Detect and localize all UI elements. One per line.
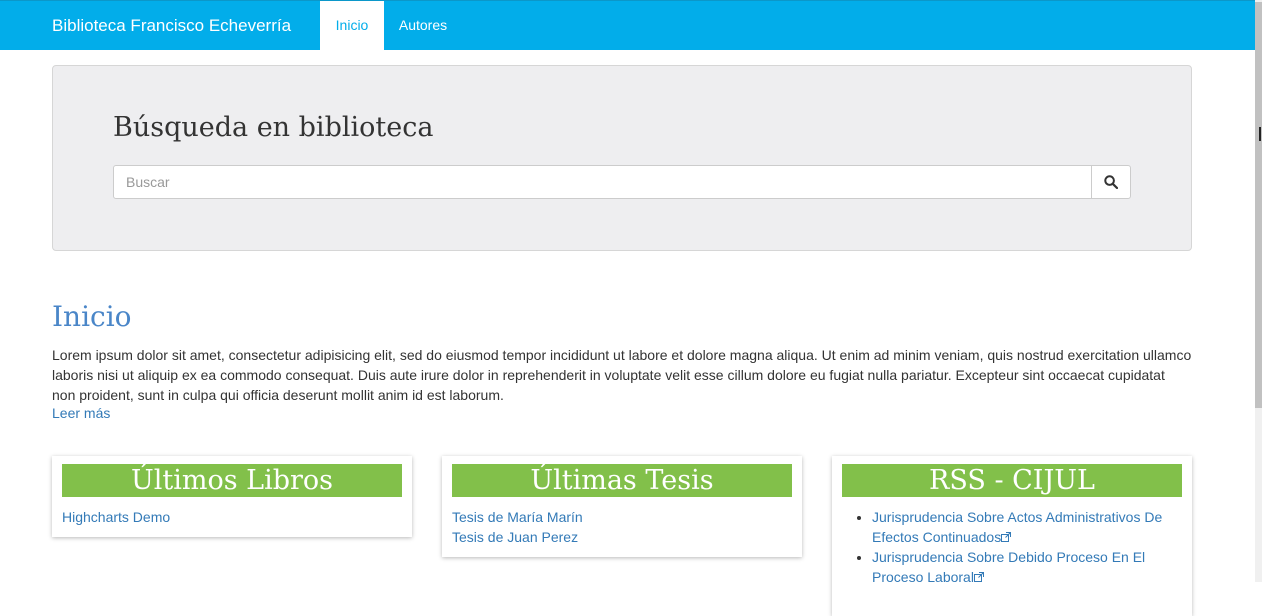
latest-theses-panel: Últimas Tesis Tesis de María Marín Tesis… bbox=[442, 456, 802, 557]
thesis-link-juan[interactable]: Tesis de Juan Perez bbox=[452, 527, 583, 547]
scrollbar-thumb[interactable] bbox=[1255, 2, 1262, 408]
search-icon bbox=[1104, 175, 1118, 189]
intro-paragraph: Lorem ipsum dolor sit amet, consectetur … bbox=[52, 347, 1192, 403]
read-more-link[interactable]: Leer más bbox=[52, 405, 110, 421]
search-input[interactable] bbox=[113, 165, 1092, 199]
top-navbar: Biblioteca Francisco Echeverría Inicio A… bbox=[0, 0, 1255, 50]
search-button[interactable] bbox=[1091, 165, 1131, 199]
rss-list: Jurisprudencia Sobre Actos Administrativ… bbox=[842, 507, 1182, 587]
external-link-icon bbox=[973, 572, 984, 582]
rss-link-text: Jurisprudencia Sobre Debido Proceso En E… bbox=[872, 549, 1146, 585]
panel-title-theses: Últimas Tesis bbox=[452, 464, 792, 497]
list-item: Jurisprudencia Sobre Debido Proceso En E… bbox=[872, 547, 1182, 587]
list-item: Jurisprudencia Sobre Actos Administrativ… bbox=[872, 507, 1182, 547]
external-link-icon bbox=[1001, 532, 1012, 542]
rss-link[interactable]: Jurisprudencia Sobre Debido Proceso En E… bbox=[872, 549, 1145, 585]
books-list: Highcharts Demo bbox=[62, 507, 170, 527]
rss-link-text: Jurisprudencia Sobre Actos Administrativ… bbox=[872, 509, 1163, 545]
thesis-link-maria[interactable]: Tesis de María Marín bbox=[452, 507, 583, 527]
book-link[interactable]: Highcharts Demo bbox=[62, 507, 170, 527]
theses-list: Tesis de María Marín Tesis de Juan Perez bbox=[452, 507, 583, 547]
nav-item-autores[interactable]: Autores bbox=[384, 1, 462, 50]
page-scrollbar[interactable] bbox=[1255, 0, 1262, 582]
navbar-brand[interactable]: Biblioteca Francisco Echeverría bbox=[52, 16, 291, 36]
search-jumbotron: Búsqueda en biblioteca bbox=[52, 65, 1192, 251]
search-group bbox=[113, 165, 1131, 199]
panel-title-books: Últimos Libros bbox=[62, 464, 402, 497]
panel-title-rss: RSS - CIJUL bbox=[842, 464, 1182, 497]
search-title: Búsqueda en biblioteca bbox=[113, 112, 434, 143]
nav-item-inicio[interactable]: Inicio bbox=[320, 1, 384, 50]
rss-panel: RSS - CIJUL Jurisprudencia Sobre Actos A… bbox=[832, 456, 1192, 616]
page-title: Inicio bbox=[52, 300, 132, 333]
latest-books-panel: Últimos Libros Highcharts Demo bbox=[52, 456, 412, 537]
rss-link[interactable]: Jurisprudencia Sobre Actos Administrativ… bbox=[872, 509, 1162, 545]
